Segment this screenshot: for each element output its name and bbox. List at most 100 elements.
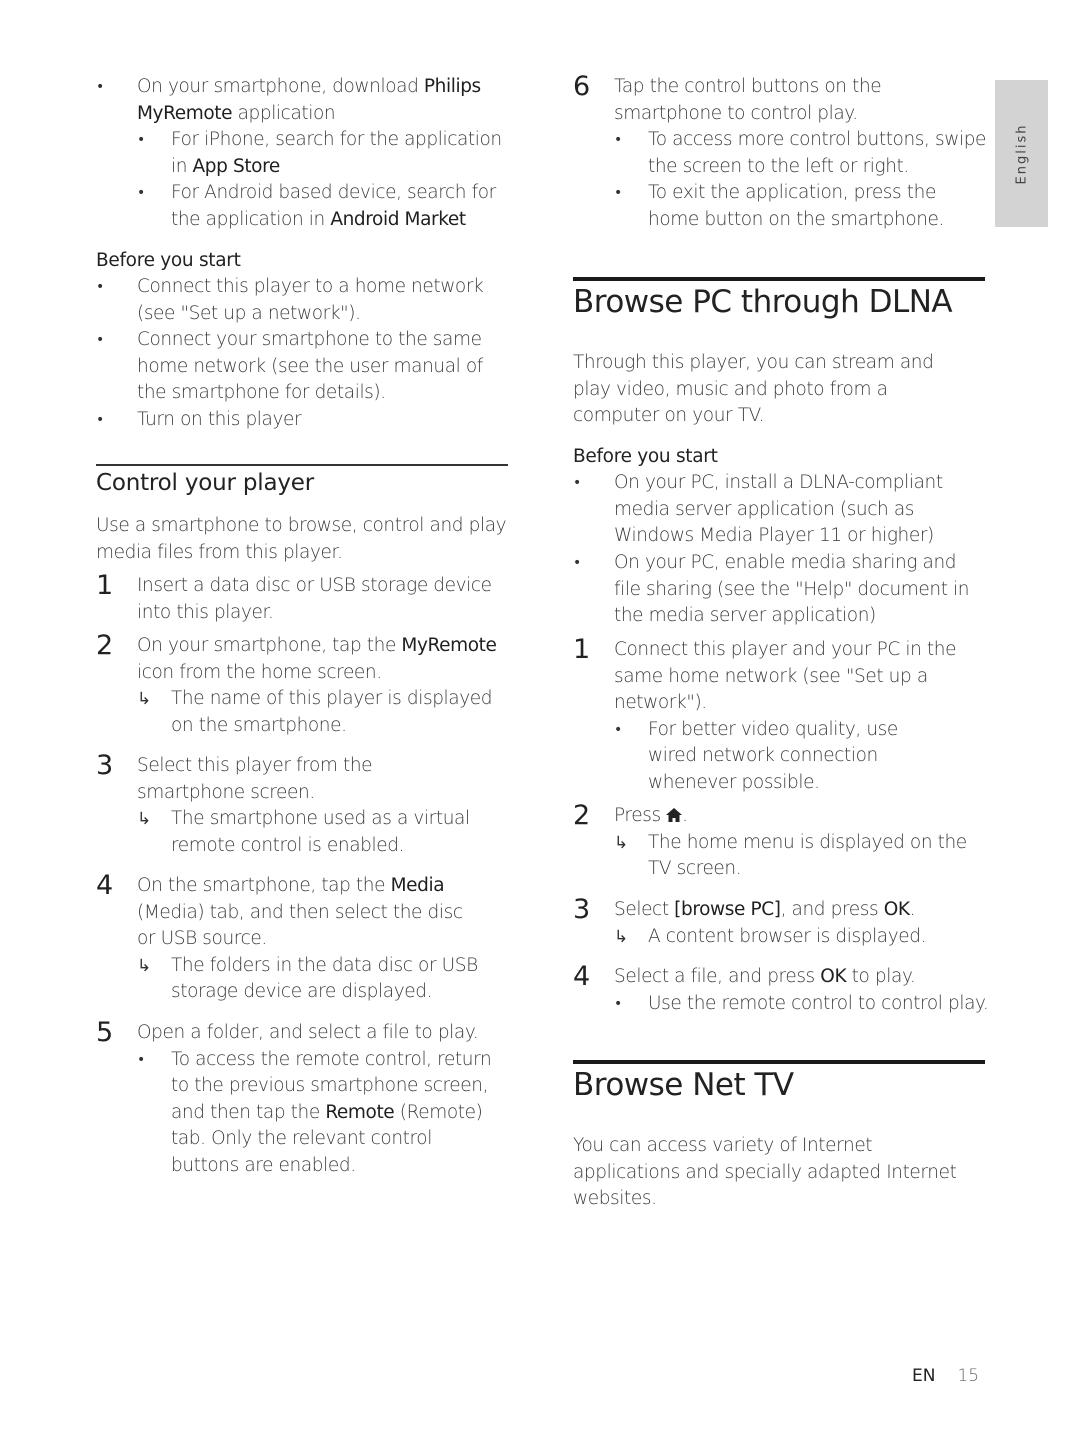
step-number: 1 [573, 634, 591, 665]
list-item: • On your smartphone, download Philips M… [96, 74, 508, 127]
dlna-step-4: 4 Select a file, and press OK to play. •… [573, 961, 993, 1018]
step-result: ↳ The smartphone used as a virtual remot… [137, 806, 508, 859]
before-you-start-heading: Before you start [573, 446, 718, 467]
step-text-end: icon from the home screen. [137, 661, 382, 683]
app-name: MyRemote [401, 635, 497, 656]
section-divider [573, 277, 985, 281]
result-text: The home menu is displayed on the TV scr… [648, 831, 967, 880]
step-5: 5 Open a folder, and select a file to pl… [96, 1017, 508, 1180]
step-text: Open a folder, and select a file to play… [137, 1022, 479, 1043]
store-name: App Store [192, 155, 281, 177]
tab-name: Media [390, 875, 445, 896]
language-code: EN [912, 1366, 936, 1386]
list-item: • For Android based device, search for t… [137, 180, 512, 233]
result-text: The smartphone used as a virtual remote … [171, 808, 470, 856]
result-arrow-icon: ↳ [614, 926, 629, 947]
dlna-step-3: 3 Select [browse PC], and press OK. ↳ A … [573, 894, 985, 951]
bullet-icon: • [614, 721, 623, 738]
result-arrow-icon: ↳ [137, 809, 152, 830]
step-number: 5 [96, 1017, 114, 1048]
dlna-step-2: 2 Press . ↳ The home menu is displayed o… [573, 800, 985, 883]
bullet-text: For better video quality, use wired netw… [648, 718, 898, 793]
tab-name: Remote [325, 1101, 395, 1123]
section-divider [573, 1060, 985, 1064]
bullet-icon: • [137, 185, 146, 201]
step-number: 3 [573, 894, 591, 925]
step-text-end: (Media) tab, and then select the disc or… [137, 901, 463, 950]
menu-option: [browse PC] [674, 899, 781, 920]
step-text-end: . [909, 899, 916, 920]
step-text: Tap the control buttons on the smartphon… [614, 76, 882, 124]
intro-text: On your smartphone, download [137, 76, 424, 97]
dlna-step-1: 1 Connect this player and your PC in the… [573, 634, 985, 797]
list-item: • To access more control buttons, swipe … [614, 127, 987, 180]
step-text-mid: , and press [780, 899, 884, 920]
step-4: 4 On the smartphone, tap the Media (Medi… [96, 870, 508, 1006]
step-1: 1 Insert a data disc or USB storage devi… [96, 570, 508, 626]
step-number: 4 [573, 961, 591, 992]
store-name: Android Market [330, 208, 466, 230]
list-item: • Connect your smartphone to the same ho… [96, 327, 508, 407]
list-item: • Use the remote control to control play… [614, 991, 993, 1018]
language-label: English [1014, 123, 1029, 184]
bullet-icon: • [573, 555, 582, 571]
bullet-text: Use the remote control to control play. [648, 992, 989, 1014]
list-item: • For iPhone, search for the application… [137, 127, 512, 180]
step-number: 2 [96, 630, 114, 661]
bullet-icon: • [137, 132, 146, 148]
bullet-icon: • [614, 185, 623, 202]
step-result: ↳ A content browser is displayed. [614, 924, 985, 951]
list-item: • To exit the application, press the hom… [614, 180, 985, 233]
page-footer: EN 15 [912, 1366, 979, 1386]
step-text: Insert a data disc or USB storage device… [137, 575, 492, 623]
step-text: Connect this player and your PC in the s… [614, 639, 957, 714]
step-number: 3 [96, 750, 114, 781]
bullet-text: To access more control buttons, swipe th… [648, 129, 987, 177]
item-text: On your PC, enable media sharing and fil… [614, 552, 970, 627]
bullet-text: To exit the application, press the home … [648, 182, 945, 230]
step-number: 6 [573, 71, 591, 102]
list-item: • On your PC, install a DLNA-compliant m… [573, 470, 985, 550]
language-tab: English [995, 80, 1048, 227]
item-text: Connect your smartphone to the same home… [137, 329, 483, 404]
item-text: On your PC, install a DLNA-compliant med… [614, 472, 943, 547]
bullet-icon: • [614, 995, 623, 1012]
dlna-intro: Through this player, you can stream and … [573, 352, 934, 427]
bullet-icon: • [96, 332, 105, 348]
list-item: • Turn on this player [96, 407, 508, 434]
item-text: Connect this player to a home network (s… [137, 276, 484, 324]
button-name: OK [883, 899, 910, 920]
step-text-end: to play. [846, 966, 916, 987]
step-text: Select this player from the smartphone s… [137, 755, 373, 803]
intro-text-end: application [232, 102, 336, 124]
result-arrow-icon: ↳ [137, 689, 152, 710]
result-arrow-icon: ↳ [614, 832, 629, 853]
step-number: 1 [96, 570, 114, 601]
bullet-icon: • [96, 412, 105, 428]
button-name: OK [820, 966, 847, 987]
step-6: 6 Tap the control buttons on the smartph… [573, 71, 987, 234]
step-text-end: . [682, 805, 688, 826]
nettv-heading: Browse Net TV [573, 1067, 794, 1103]
section-heading: Control your player [96, 470, 314, 496]
step-text: Select [614, 899, 675, 920]
list-item: • For better video quality, use wired ne… [614, 717, 985, 797]
bullet-icon: • [614, 132, 623, 149]
step-number: 4 [96, 870, 114, 901]
result-text: The folders in the data disc or USB stor… [171, 954, 478, 1003]
nettv-intro: You can access variety of Internet appli… [573, 1135, 957, 1210]
step-text: Press [614, 805, 667, 826]
section-intro: Use a smartphone to browse, control and … [96, 515, 507, 563]
step-result: ↳ The name of this player is displayed o… [137, 686, 508, 739]
list-item: • Connect this player to a home network … [96, 274, 508, 327]
bullet-icon: • [573, 475, 582, 491]
item-text: Turn on this player [137, 409, 302, 430]
step-result: ↳ The folders in the data disc or USB st… [137, 953, 508, 1006]
step-text: On your smartphone, tap the [137, 635, 402, 656]
step-number: 2 [573, 800, 591, 831]
step-text: Select a file, and press [614, 966, 821, 987]
step-3: 3 Select this player from the smartphone… [96, 750, 508, 859]
list-item: • On your PC, enable media sharing and f… [573, 550, 985, 630]
step-result: ↳ The home menu is displayed on the TV s… [614, 830, 985, 883]
dlna-heading: Browse PC through DLNA [573, 284, 953, 320]
